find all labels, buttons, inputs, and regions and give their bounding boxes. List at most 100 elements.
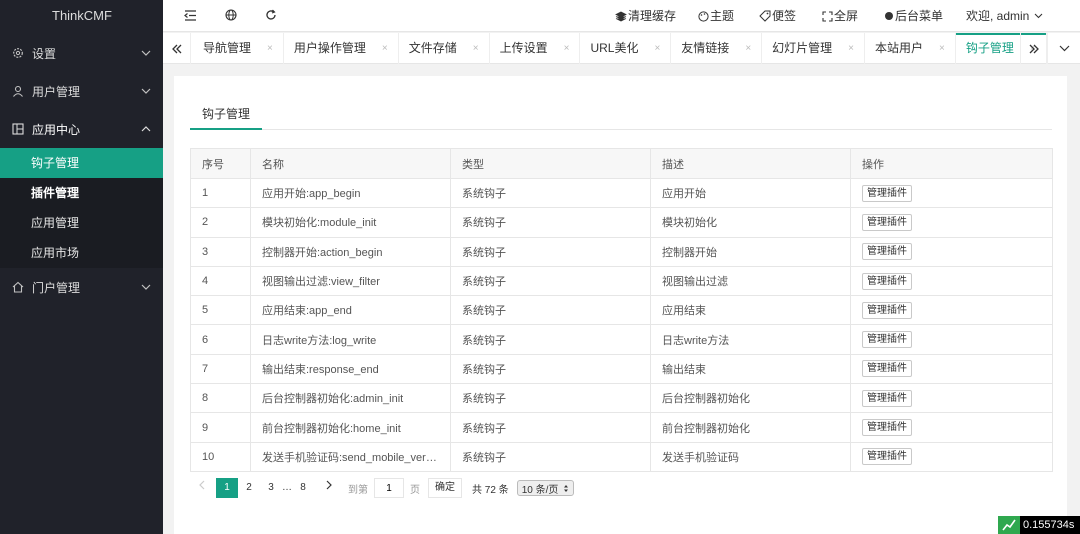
cell-desc: 后台控制器初始化 [650, 383, 851, 414]
cell-id: 6 [190, 324, 251, 355]
globe-icon[interactable] [224, 8, 238, 22]
hooks-card: 钩子管理 序号 名称 类型 描述 操作 1 应用开始:app_begin 系统钩子应… [174, 76, 1067, 534]
manage-plugins-button[interactable]: 管理插件 [862, 184, 912, 202]
chevron-down-icon [141, 48, 151, 58]
manage-plugins-button[interactable]: 管理插件 [862, 213, 912, 231]
tab-label: 导航管理 [203, 41, 252, 55]
table-row: 7 输出结束:response_end 系统钩子 输出结束 管理插件 [190, 353, 1053, 385]
cell-action: 管理插件 [850, 441, 1053, 472]
goto-confirm-button[interactable]: 确定 [428, 478, 462, 498]
page-3-button[interactable]: 3 [260, 478, 282, 498]
col-header-id: 序号 [190, 148, 251, 179]
inner-tab-hooks[interactable]: 钩子管理 [190, 100, 262, 130]
tab-friend-links[interactable]: 友情链接 × [671, 33, 763, 64]
cell-action: 管理插件 [850, 295, 1053, 326]
tab-label: URL美化 [590, 41, 639, 55]
tab-file-storage[interactable]: 文件存储 × [399, 33, 490, 64]
prev-page-button[interactable] [190, 478, 212, 498]
close-icon[interactable]: × [939, 33, 945, 64]
chevron-left-icon [198, 480, 204, 490]
chevron-up-icon [141, 124, 151, 134]
cell-name: 日志write方法:log_write [250, 324, 451, 355]
user-dropdown[interactable]: 欢迎, admin [966, 0, 1044, 32]
cell-action: 管理插件 [850, 324, 1053, 355]
per-page-select[interactable]: 10 条/页 [516, 480, 575, 496]
cell-id: 3 [190, 236, 251, 267]
debug-timer[interactable]: 0.155734s [998, 516, 1080, 534]
notes-label: 便签 [772, 9, 797, 23]
double-chevron-right-icon [1029, 44, 1039, 53]
top-header: 清理缓存 主题 便签 全屏 后台菜单 欢迎, admin [163, 0, 1080, 32]
tab-label: 用户操作管理 [293, 41, 366, 55]
page-1-button[interactable]: 1 [216, 478, 238, 498]
cell-name: 发送手机验证码:send_mobile_verification_code [250, 441, 451, 472]
tab-user-actions[interactable]: 用户操作管理 × [284, 33, 399, 64]
manage-plugins-button[interactable]: 管理插件 [862, 419, 912, 437]
next-page-button[interactable] [318, 478, 340, 498]
tab-nav-manage[interactable]: 导航管理 × [193, 33, 284, 64]
updown-icon [564, 484, 569, 492]
manage-plugins-button[interactable]: 管理插件 [862, 301, 912, 319]
admin-menu-link[interactable]: 后台菜单 [884, 0, 943, 32]
menu-fold-icon[interactable] [183, 8, 197, 22]
close-icon[interactable]: × [473, 33, 479, 64]
manage-plugins-button[interactable]: 管理插件 [862, 360, 912, 378]
cell-name: 前台控制器初始化:home_init [250, 412, 451, 443]
table-row: 10发送手机验证码:send_mobile_verification_code系… [190, 441, 1053, 472]
cell-name: 后台控制器初始化:admin_init [250, 383, 451, 414]
trace-icon [998, 516, 1020, 534]
clear-cache-link[interactable]: 清理缓存 [615, 0, 676, 32]
tab-site-users[interactable]: 本站用户 × [865, 33, 956, 64]
tabs-scroll-left-button[interactable] [163, 33, 191, 64]
sidebar-group-portal[interactable]: 门户管理 [0, 268, 163, 306]
close-icon[interactable]: × [564, 33, 570, 64]
close-icon[interactable]: × [267, 33, 273, 64]
close-icon[interactable]: × [745, 33, 751, 64]
manage-plugins-button[interactable]: 管理插件 [862, 272, 912, 290]
sidebar-group-label: 门户管理 [32, 280, 81, 295]
tag-icon [759, 10, 771, 22]
sidebar-group-users[interactable]: 用户管理 [0, 72, 163, 110]
page-2-button[interactable]: 2 [238, 478, 260, 498]
page-unit-label: 页 [410, 484, 420, 496]
hooks-table: 序号 名称 类型 描述 操作 1 应用开始:app_begin 系统钩子 应用开始 管理… [190, 148, 1053, 472]
refresh-icon[interactable] [264, 8, 278, 22]
tabs-menu-button[interactable] [1049, 33, 1080, 64]
sidebar-group-settings[interactable]: 设置 [0, 34, 163, 72]
sidebar-group-apps[interactable]: 应用中心 [0, 110, 163, 148]
tab-url-beautify[interactable]: URL美化 × [580, 33, 672, 64]
user-icon [12, 85, 24, 97]
theme-label: 主题 [710, 9, 735, 23]
fullscreen-link[interactable]: 全屏 [822, 0, 858, 32]
sidebar-item-hooks[interactable]: 钩子管理 [0, 148, 163, 178]
sidebar-item-app-market[interactable]: 应用市场 [0, 238, 163, 268]
cell-type: 系统钩子 [450, 207, 651, 238]
cell-type: 系统钩子 [450, 177, 651, 209]
theme-link[interactable]: 主题 [698, 0, 734, 32]
close-icon[interactable]: × [848, 33, 854, 64]
sidebar-item-plugins[interactable]: 插件管理 [0, 178, 163, 208]
tab-upload-settings[interactable]: 上传设置 × [490, 33, 581, 64]
manage-plugins-button[interactable]: 管理插件 [862, 331, 912, 349]
cell-id: 2 [190, 207, 251, 238]
inner-tab-bar: 钩子管理 [190, 100, 1052, 130]
cell-desc: 应用结束 [650, 295, 851, 326]
table-row: 1 应用开始:app_begin 系统钩子 应用开始 管理插件 [190, 177, 1053, 209]
col-header-type: 类型 [450, 148, 651, 179]
tabs-scroll-right-button[interactable] [1020, 33, 1048, 64]
brand-logo[interactable]: ThinkCMF [0, 0, 163, 32]
close-icon[interactable]: × [382, 33, 388, 64]
page-last-button[interactable]: 8 [292, 478, 314, 498]
sidebar-item-app-manage[interactable]: 应用管理 [0, 208, 163, 238]
cell-action: 管理插件 [850, 177, 1053, 209]
cell-id: 1 [190, 177, 251, 209]
manage-plugins-button[interactable]: 管理插件 [862, 448, 912, 466]
total-count: 共 72 条 [472, 484, 509, 496]
tab-slides[interactable]: 幻灯片管理 × [762, 33, 866, 64]
manage-plugins-button[interactable]: 管理插件 [862, 243, 912, 261]
goto-page-input[interactable] [374, 478, 404, 498]
notes-link[interactable]: 便签 [759, 0, 796, 32]
manage-plugins-button[interactable]: 管理插件 [862, 389, 912, 407]
close-icon[interactable]: × [654, 33, 660, 64]
cell-action: 管理插件 [850, 353, 1053, 385]
